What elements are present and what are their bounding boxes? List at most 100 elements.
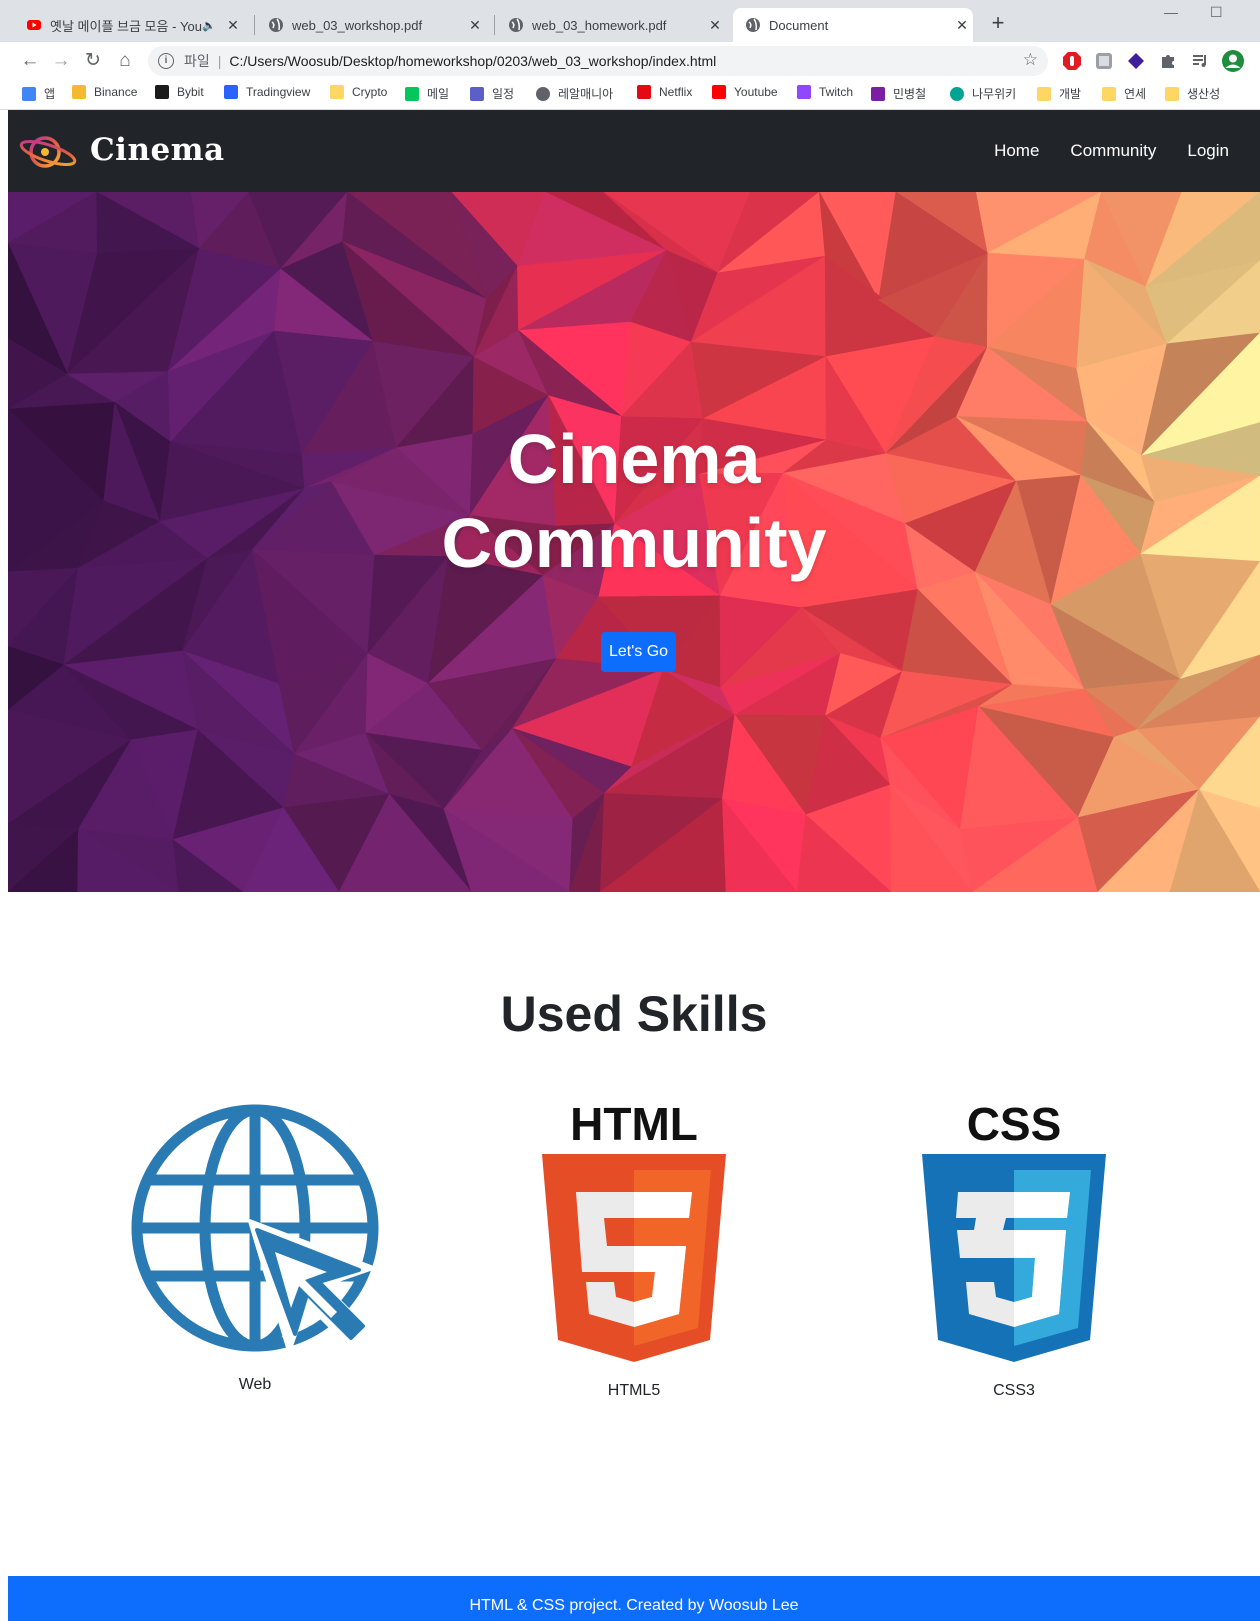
nav-login-link[interactable]: Login <box>1187 141 1229 161</box>
site-navbar: Cinema Home Community Login <box>8 110 1260 192</box>
page-viewport: Cinema Home Community Login Cinema Commu… <box>8 110 1260 1621</box>
bookmark-label: 생산성 <box>1187 87 1221 101</box>
html5-logo-text: HTML <box>570 1100 698 1150</box>
tab-workshop-pdf[interactable]: web_03_workshop.pdf ✕ <box>256 8 486 42</box>
bookmark-Bybit[interactable]: Bybit <box>155 85 204 99</box>
bookmark-star-icon[interactable]: ☆ <box>1023 50 1038 70</box>
brand-name: Cinema <box>90 132 225 168</box>
youtube-icon <box>712 85 726 99</box>
planet-logo-icon <box>19 136 77 168</box>
layers-extension-icon[interactable] <box>1126 51 1146 71</box>
bookmark-앱[interactable]: 앱 <box>22 85 55 102</box>
tab-youtube[interactable]: 옛날 메이플 브금 모음 - YouTube 🔈 ✕ <box>14 8 244 42</box>
hero-title-line1: Cinema <box>507 420 761 498</box>
tab-separator <box>494 15 495 35</box>
bookmark-메일[interactable]: 메일 <box>405 85 449 102</box>
bookmark-레알매니아[interactable]: 레알매니아 <box>536 85 613 102</box>
back-icon[interactable]: ← <box>17 48 43 74</box>
lets-go-button[interactable]: Let's Go <box>601 632 676 672</box>
folder-icon <box>1102 86 1116 101</box>
bookmark-일정[interactable]: 일정 <box>470 85 514 102</box>
mail-icon <box>405 86 419 101</box>
bookmark-Youtube[interactable]: Youtube <box>712 85 778 99</box>
twitch-icon <box>797 85 811 99</box>
hero-section: Cinema Community Let's Go <box>8 192 1260 892</box>
skill-html5: HTML HTML5 <box>484 1100 784 1400</box>
globe-icon <box>536 86 550 101</box>
puzzle-extension-icon[interactable] <box>1158 51 1178 71</box>
bookmark-나무위키[interactable]: 나무위키 <box>950 85 1016 102</box>
reload-icon[interactable]: ↻ <box>80 48 106 74</box>
address-url[interactable]: C:/Users/Woosub/Desktop/homeworkshop/020… <box>229 53 716 69</box>
address-divider: | <box>217 53 222 69</box>
media-queue-icon[interactable] <box>1190 51 1210 71</box>
bookmark-Tradingview[interactable]: Tradingview <box>224 85 310 99</box>
bookmark-개발[interactable]: 개발 <box>1037 85 1081 102</box>
bookmark-label: 메일 <box>427 87 450 101</box>
maximize-icon[interactable]: ☐ <box>1210 4 1223 21</box>
hero-title-line2: Community <box>441 504 827 582</box>
site-footer: HTML & CSS project. Created by Woosub Le… <box>8 1576 1260 1621</box>
forward-icon[interactable]: → <box>48 48 74 74</box>
close-tab-icon[interactable]: ✕ <box>951 17 973 34</box>
html5-logo-icon: HTML <box>542 1100 726 1362</box>
speaker-icon[interactable]: 🔈 <box>202 19 216 32</box>
calendar-icon <box>470 86 484 101</box>
bookmark-Crypto[interactable]: Crypto <box>330 85 387 99</box>
bookmark-label: Netflix <box>659 85 693 99</box>
bookmark-label: 연세 <box>1124 87 1147 101</box>
info-icon[interactable]: i <box>158 53 174 69</box>
profile-avatar-icon[interactable] <box>1222 50 1244 72</box>
bookmark-Binance[interactable]: Binance <box>72 85 137 99</box>
globe-icon <box>269 18 283 32</box>
bookmark-Netflix[interactable]: Netflix <box>637 85 692 99</box>
adblock-extension-icon[interactable] <box>1062 51 1082 71</box>
css3-logo-icon: CSS <box>922 1100 1106 1362</box>
browser-toolbar: ← → ↻ ⌂ i 파일 | C:/Users/Woosub/Desktop/h… <box>0 42 1260 80</box>
skill-label: Web <box>238 1376 272 1393</box>
folder-icon <box>1037 86 1051 101</box>
bookmark-label: Tradingview <box>246 85 311 99</box>
tab-homework-pdf[interactable]: web_03_homework.pdf ✕ <box>496 8 726 42</box>
tab-title: Document <box>769 17 829 33</box>
close-tab-icon[interactable]: ✕ <box>704 17 726 34</box>
bookmark-label: 개발 <box>1059 87 1082 101</box>
bookmark-연세[interactable]: 연세 <box>1102 85 1146 102</box>
bookmark-label: Binance <box>94 85 138 99</box>
close-tab-icon[interactable]: ✕ <box>464 17 486 34</box>
bookmark-label: 일정 <box>492 87 515 101</box>
home-icon[interactable]: ⌂ <box>112 48 138 74</box>
namuwiki-icon <box>950 86 964 101</box>
address-bar[interactable]: i 파일 | C:/Users/Woosub/Desktop/homeworks… <box>148 46 1048 76</box>
bookmark-Twitch[interactable]: Twitch <box>797 85 853 99</box>
footer-text: HTML & CSS project. Created by Woosub Le… <box>469 1597 799 1614</box>
skill-web: Web <box>105 1100 405 1394</box>
bookmark-생산성[interactable]: 생산성 <box>1165 85 1220 102</box>
skill-css3: CSS CSS3 <box>864 1100 1164 1400</box>
bookmark-민병철[interactable]: 민병철 <box>871 85 926 102</box>
bookmark-label: 레알매니아 <box>558 87 614 101</box>
bookmark-label: 나무위키 <box>972 87 1017 101</box>
tab-document[interactable]: Document ✕ <box>733 8 973 42</box>
tab-title: web_03_homework.pdf <box>532 17 667 33</box>
nav-community-link[interactable]: Community <box>1070 141 1156 161</box>
globe-icon <box>746 18 760 32</box>
new-tab-button[interactable]: + <box>984 10 1012 36</box>
image-extension-icon[interactable] <box>1094 51 1114 71</box>
tab-title: web_03_workshop.pdf <box>292 17 423 33</box>
netflix-icon <box>637 85 651 99</box>
address-scheme: 파일 <box>184 53 210 69</box>
brand[interactable]: Cinema <box>18 128 225 172</box>
minimize-icon[interactable]: — <box>1164 4 1178 20</box>
folder-icon <box>1165 86 1179 101</box>
skill-label: HTML5 <box>607 1382 661 1399</box>
bookmark-label: Twitch <box>819 85 854 99</box>
site-icon <box>871 86 885 101</box>
tab-title: 옛날 메이플 브금 모음 - YouTube <box>50 18 202 34</box>
bookmark-label: Crypto <box>352 85 388 99</box>
close-tab-icon[interactable]: ✕ <box>222 17 244 34</box>
browser-chrome: 옛날 메이플 브금 모음 - YouTube 🔈 ✕ web_03_worksh… <box>0 0 1260 110</box>
nav-home-link[interactable]: Home <box>994 141 1039 161</box>
binance-icon <box>72 85 86 99</box>
bookmarks-bar: 앱 Binance Bybit Tradingview Crypto 메일 일정 레알매니아 N… <box>0 80 1260 110</box>
